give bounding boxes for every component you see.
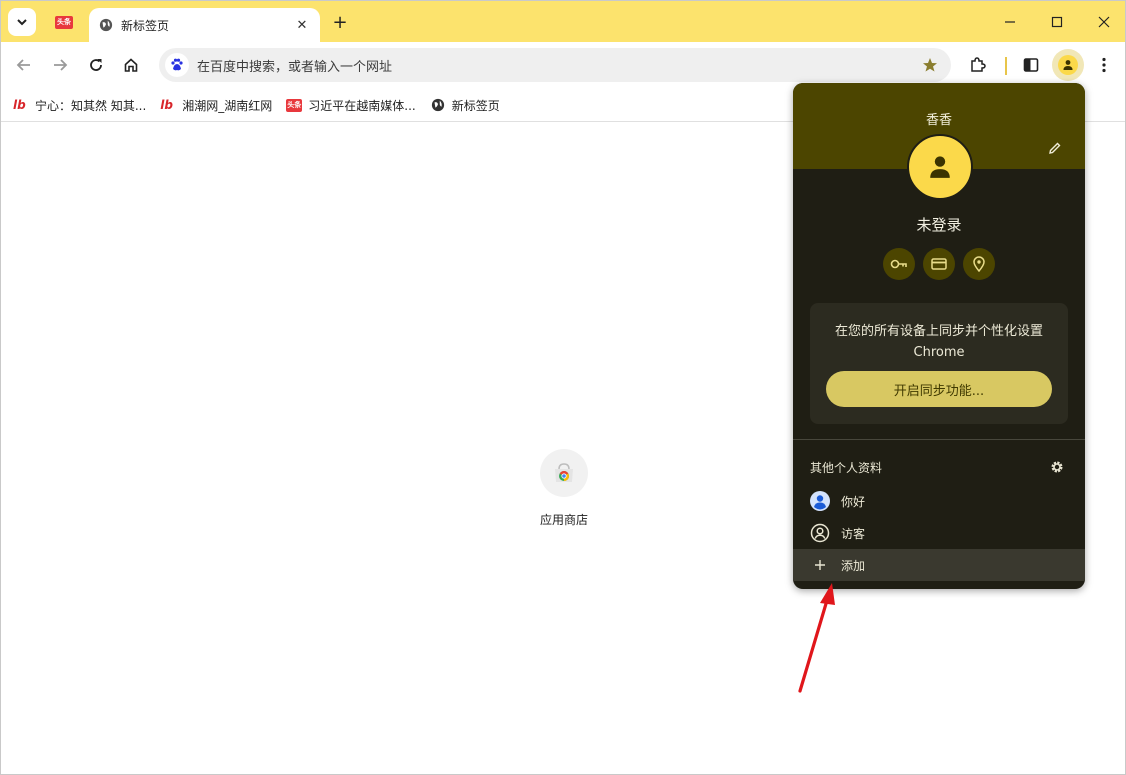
pencil-icon — [1049, 142, 1061, 154]
red-logo-icon: lb — [13, 97, 26, 112]
sign-in-status: 未登录 — [916, 216, 962, 234]
credit-card-icon — [931, 258, 947, 270]
bookmark-label: 新标签页 — [451, 98, 500, 113]
side-panel-button[interactable] — [1017, 51, 1045, 79]
sync-message: 在您的所有设备上同步并个性化设置 Chrome — [810, 321, 1068, 363]
toutiao-icon: 头条 — [286, 98, 303, 112]
bookmark-label: 习近平在越南媒体... — [308, 98, 416, 113]
minimize-button[interactable] — [987, 1, 1033, 42]
profile-menu: 香香 未登录 在您的所有设备上同步并个性化设置 Chrome 开启同步功能... — [793, 83, 1085, 589]
edit-profile-button[interactable] — [1046, 139, 1064, 157]
chrome-web-store-icon — [540, 449, 588, 497]
gear-icon — [1051, 461, 1063, 473]
profile-avatar — [907, 134, 973, 200]
reload-icon — [90, 59, 102, 71]
browser-window: 头条 新标签页 ✕ + 在百度中搜索，或者输入一个网址 lb 宁心：知其然 知其… — [0, 0, 1126, 775]
key-icon — [890, 259, 907, 269]
menu-divider — [793, 439, 1085, 440]
profile-item-label: 访客 — [841, 526, 866, 541]
bookmark-label: 湘潮网_湖南红网 — [182, 98, 273, 113]
guest-icon — [809, 522, 831, 544]
pinned-tab-toutiao[interactable]: 头条 — [45, 7, 83, 37]
back-button[interactable] — [10, 51, 38, 79]
person-icon — [1063, 60, 1073, 70]
turn-on-sync-button[interactable]: 开启同步功能... — [826, 371, 1052, 407]
arrow-left-icon — [16, 59, 30, 71]
person-icon — [930, 156, 950, 178]
tab-search-button[interactable] — [8, 8, 36, 36]
new-tab-button[interactable]: + — [329, 11, 351, 33]
minimize-icon — [1005, 20, 1015, 23]
profile-item-label: 你好 — [841, 494, 866, 509]
home-icon — [124, 58, 138, 72]
other-profiles-title: 其他个人资料 — [810, 461, 883, 475]
sync-message-line2: Chrome — [913, 345, 965, 360]
extensions-button[interactable] — [964, 51, 992, 79]
shortcut-web-store[interactable]: 应用商店 — [531, 449, 597, 528]
payment-methods-button[interactable] — [923, 248, 955, 280]
profile-button[interactable] — [1052, 49, 1084, 81]
maximize-icon — [1051, 16, 1063, 27]
red-arrow-annotation — [798, 583, 835, 693]
profile-item-nihao[interactable]: 你好 — [793, 485, 1085, 517]
sync-card: 在您的所有设备上同步并个性化设置 Chrome 开启同步功能... — [810, 303, 1068, 424]
quick-actions — [883, 248, 995, 280]
close-icon[interactable]: ✕ — [294, 17, 310, 33]
bookmark-item[interactable]: lb 湘潮网_湖南红网 — [160, 97, 272, 114]
bookmark-label: 宁心：知其然 知其... — [35, 98, 147, 113]
toolbar-separator — [1005, 57, 1007, 75]
address-bar[interactable]: 在百度中搜索，或者输入一个网址 — [159, 48, 951, 82]
add-profile-label: 添加 — [841, 558, 866, 573]
plus-icon — [809, 554, 831, 576]
location-pin-icon — [973, 256, 985, 272]
more-vert-icon — [1102, 57, 1106, 73]
forward-button[interactable] — [46, 51, 74, 79]
toutiao-icon: 头条 — [55, 15, 73, 29]
arrow-right-icon — [54, 59, 68, 71]
red-logo-icon: lb — [160, 97, 173, 112]
puzzle-icon — [971, 57, 986, 72]
bookmark-item[interactable]: 新标签页 — [430, 97, 500, 114]
reload-button[interactable] — [82, 51, 110, 79]
maximize-button[interactable] — [1034, 1, 1080, 42]
sync-message-line1: 在您的所有设备上同步并个性化设置 — [834, 324, 1043, 339]
baidu-icon — [165, 53, 189, 77]
bookmark-item[interactable]: 头条 习近平在越南媒体... — [286, 97, 416, 114]
bookmark-star-button[interactable] — [915, 57, 945, 73]
avatar — [1058, 55, 1078, 75]
close-icon — [1098, 16, 1110, 27]
globe-icon — [99, 18, 113, 32]
profile-name: 香香 — [925, 113, 952, 128]
profile-item-guest[interactable]: 访客 — [793, 517, 1085, 549]
chevron-down-icon — [17, 19, 27, 26]
addresses-button[interactable] — [963, 248, 995, 280]
manage-profiles-button[interactable] — [1049, 459, 1065, 475]
home-button[interactable] — [117, 51, 145, 79]
menu-button[interactable] — [1090, 51, 1118, 79]
star-icon — [923, 58, 937, 72]
passwords-button[interactable] — [883, 248, 915, 280]
side-panel-icon — [1023, 58, 1039, 72]
blue-avatar-icon — [809, 490, 831, 512]
shortcut-label: 应用商店 — [539, 513, 588, 527]
tab-new-tab[interactable]: 新标签页 ✕ — [89, 8, 320, 42]
tab-title: 新标签页 — [121, 18, 170, 33]
tab-strip: 头条 新标签页 ✕ + — [1, 1, 1125, 42]
address-bar-placeholder: 在百度中搜索，或者输入一个网址 — [197, 59, 393, 75]
toolbar: 在百度中搜索，或者输入一个网址 — [1, 42, 1125, 89]
window-close-button[interactable] — [1081, 1, 1126, 42]
bookmark-item[interactable]: lb 宁心：知其然 知其... — [13, 97, 146, 114]
add-profile-button[interactable]: 添加 — [793, 549, 1085, 581]
globe-icon — [430, 98, 446, 112]
